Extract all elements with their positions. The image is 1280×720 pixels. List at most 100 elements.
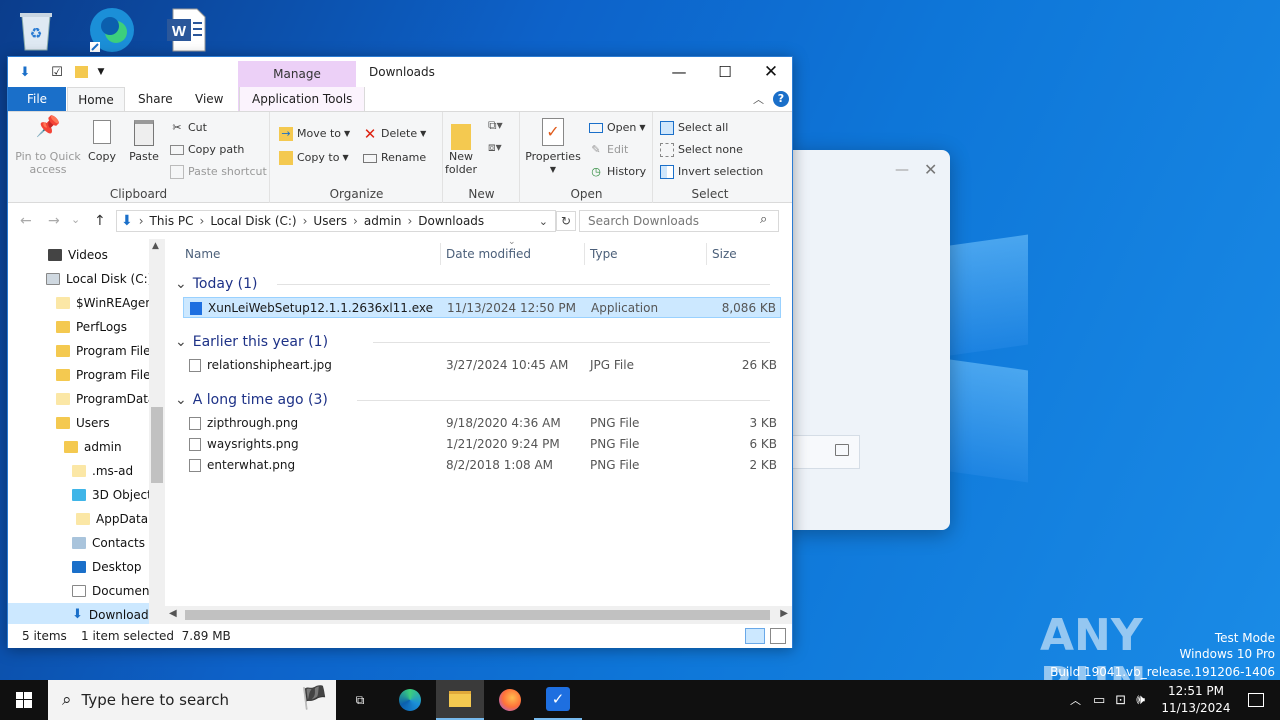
recycle-bin-icon[interactable]: ♻ (10, 4, 62, 56)
minimize-icon[interactable]: — (895, 162, 909, 178)
tree-item[interactable]: Documents (72, 579, 160, 603)
tree-item[interactable]: $WinREAgent (56, 291, 158, 315)
task-view-icon[interactable]: ⧉ (336, 680, 384, 720)
tab-application-tools[interactable]: Application Tools (239, 87, 366, 111)
rename-button[interactable]: Rename (363, 148, 426, 168)
scroll-up-icon[interactable]: ▲ (152, 241, 159, 251)
refresh-icon[interactable]: ↻ (556, 211, 576, 231)
tree-item[interactable]: Program Files (56, 363, 157, 387)
maximize-button[interactable]: ☐ (702, 57, 748, 87)
breadcrumb-admin[interactable]: admin (364, 214, 402, 228)
notifications-icon[interactable] (1232, 680, 1280, 720)
volume-icon[interactable]: 🕪 (1136, 692, 1145, 708)
edit-button[interactable]: ✎ Edit (589, 140, 628, 160)
download-arrow-icon[interactable]: ⬇ (16, 63, 34, 81)
scrollbar-thumb[interactable] (151, 407, 163, 483)
folder-picker-field[interactable] (790, 435, 860, 469)
properties-button[interactable]: ✓ Properties ▼ (525, 118, 581, 176)
file-list-horizontal-scrollbar[interactable]: ◀ ▶ (165, 606, 792, 624)
scroll-left-icon[interactable]: ◀ (169, 608, 177, 619)
details-view-icon[interactable] (745, 628, 765, 644)
invert-selection-button[interactable]: Invert selection (660, 162, 763, 182)
tab-home[interactable]: Home (67, 87, 125, 111)
clock[interactable]: 12:51 PM 11/13/2024 (1160, 683, 1232, 717)
group-collapse-chevron-icon[interactable]: ⌄ (175, 273, 187, 295)
file-row[interactable]: enterwhat.png 8/2/2018 1:08 AM PNG File 2 K… (183, 455, 781, 476)
delete-button[interactable]: ✕ Delete ▼ (363, 124, 427, 144)
new-folder-button[interactable]: New folder (444, 120, 478, 176)
start-button[interactable] (0, 680, 48, 720)
column-header-date-modified[interactable]: Date modified (446, 239, 531, 269)
recent-locations-chevron-icon[interactable]: ⌄ (71, 213, 80, 226)
battery-icon[interactable]: ▭ (1093, 693, 1105, 708)
tree-item[interactable]: Videos (48, 243, 108, 267)
copy-button[interactable]: Copy (86, 120, 118, 163)
address-dropdown-chevron-icon[interactable]: ⌄ (539, 215, 548, 228)
tab-share[interactable]: Share (126, 87, 185, 111)
tree-item[interactable]: Program Files (56, 339, 157, 363)
tree-item[interactable]: Local Disk (C:) (46, 267, 152, 291)
large-icons-view-icon[interactable] (770, 628, 786, 644)
back-arrow-icon[interactable]: ← (20, 213, 32, 229)
customize-toolbar-chevron-icon[interactable]: ▼ (92, 63, 110, 81)
tree-item[interactable]: Users (56, 411, 110, 435)
tree-item[interactable]: AppData (76, 507, 148, 531)
edge-taskbar-icon[interactable] (386, 680, 434, 720)
file-row[interactable]: waysrights.png 1/21/2020 9:24 PM PNG File 6… (183, 434, 781, 455)
tab-file[interactable]: File (8, 87, 66, 111)
tree-item[interactable]: 3D Objects (72, 483, 158, 507)
history-button[interactable]: ◷ History (589, 162, 646, 182)
select-none-button[interactable]: Select none (660, 140, 743, 160)
search-icon[interactable]: ⌕ (760, 212, 767, 227)
paste-shortcut-button[interactable]: Paste shortcut (170, 162, 267, 182)
open-button[interactable]: Open ▼ (589, 118, 646, 138)
group-header[interactable]: ⌄ Earlier this year (1) (175, 331, 328, 353)
show-hidden-icons-chevron-icon[interactable]: ︿ (1070, 692, 1081, 708)
edge-shortcut-icon[interactable] (86, 4, 138, 56)
paste-button[interactable]: Paste (126, 120, 162, 163)
tree-item[interactable]: .ms-ad (72, 459, 133, 483)
tree-item[interactable]: admin (64, 435, 122, 459)
pin-to-quick-access-button[interactable]: 📌 Pin to Quick access (12, 116, 84, 176)
scrollbar-thumb[interactable] (185, 610, 770, 620)
scroll-right-icon[interactable]: ▶ (780, 608, 788, 619)
word-document-icon[interactable]: W (160, 4, 212, 56)
collapse-ribbon-chevron-icon[interactable]: ︿ (753, 91, 764, 107)
cut-button[interactable]: ✂ Cut (170, 118, 207, 138)
group-header[interactable]: ⌄ A long time ago (3) (175, 389, 328, 411)
tree-item[interactable]: Contacts (72, 531, 145, 555)
column-header-size[interactable]: Size (712, 239, 737, 269)
breadcrumb-this-pc[interactable]: This PC (150, 214, 194, 228)
properties-check-icon[interactable]: ☑ (48, 63, 66, 81)
select-all-button[interactable]: Select all (660, 118, 728, 138)
breadcrumb-users[interactable]: Users (313, 214, 347, 228)
new-item-icon[interactable]: ⧉▾ (488, 118, 503, 133)
file-explorer-taskbar-icon[interactable] (436, 680, 484, 720)
help-icon[interactable]: ? (773, 91, 789, 107)
new-folder-quick-icon[interactable] (72, 63, 90, 81)
group-collapse-chevron-icon[interactable]: ⌄ (175, 389, 187, 411)
group-header[interactable]: ⌄ Today (1) (175, 273, 258, 295)
xunlei-installer-taskbar-icon[interactable]: ✓ (534, 680, 582, 720)
tree-item[interactable]: PerfLogs (56, 315, 127, 339)
firefox-taskbar-icon[interactable] (486, 680, 534, 720)
breadcrumb-local-disk[interactable]: Local Disk (C:) (210, 214, 296, 228)
copy-path-button[interactable]: Copy path (170, 140, 244, 160)
move-to-button[interactable]: → Move to ▼ (279, 124, 350, 144)
network-icon[interactable]: ⊡ (1115, 693, 1126, 708)
file-row[interactable]: zipthrough.png 9/18/2020 4:36 AM PNG File 3… (183, 413, 781, 434)
close-button[interactable]: ✕ (748, 57, 794, 87)
copy-to-button[interactable]: Copy to ▼ (279, 148, 349, 168)
taskbar-search-box[interactable]: ⌕ Type here to search 🏴 (48, 680, 336, 720)
address-bar[interactable]: ⬇ › This PC › Local Disk (C:) › Users › … (116, 210, 556, 232)
easy-access-icon[interactable]: ⧈▾ (488, 140, 502, 155)
tree-item[interactable]: Desktop (72, 555, 142, 579)
tab-view[interactable]: View (183, 87, 235, 111)
file-row[interactable]: relationshipheart.jpg 3/27/2024 10:45 AM J… (183, 355, 781, 376)
search-downloads-input[interactable]: Search Downloads (579, 210, 779, 232)
forward-arrow-icon[interactable]: → (48, 213, 60, 229)
tree-item[interactable]: ⬇ Downloads (8, 603, 155, 624)
group-collapse-chevron-icon[interactable]: ⌄ (175, 331, 187, 353)
file-row[interactable]: XunLeiWebSetup12.1.1.2636xl11.exe 11/13/2… (183, 297, 781, 318)
navigation-pane-scrollbar[interactable]: ▲ (149, 239, 165, 624)
